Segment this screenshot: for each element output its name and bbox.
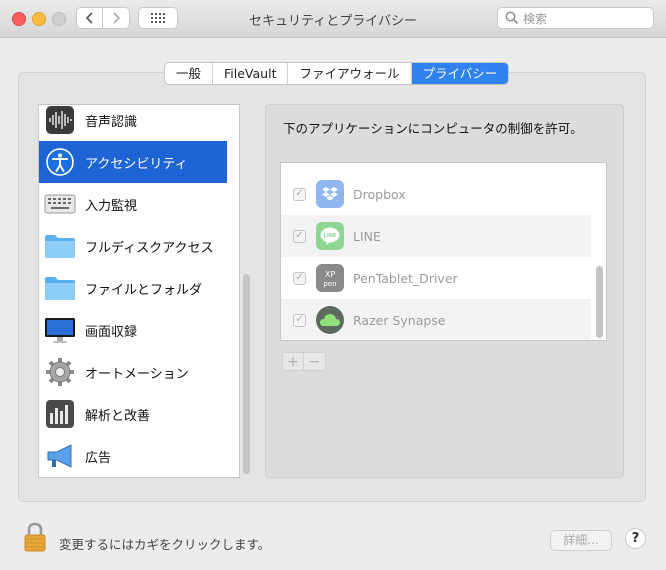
app-row-line[interactable]: ✓ LINE LINE [281, 215, 591, 257]
speech-recognition-icon [43, 105, 77, 137]
svg-text:XP: XP [325, 270, 335, 279]
app-checkbox[interactable]: ✓ [293, 313, 306, 327]
app-name: LINE [353, 228, 381, 244]
sidebar-item-analytics[interactable]: 解析と改善 [39, 393, 227, 435]
dropbox-icon [316, 180, 344, 208]
tab-firewall[interactable]: ファイアウォール [288, 63, 412, 84]
tab-filevault[interactable]: FileVault [213, 63, 289, 84]
sidebar-item-accessibility[interactable]: アクセシビリティ [39, 141, 227, 183]
search-placeholder: 検索 [523, 11, 548, 26]
sidebar-item-advertising[interactable]: 広告 [39, 435, 227, 477]
advanced-button[interactable]: 詳細... [550, 530, 612, 551]
folder-icon [43, 229, 77, 263]
keyboard-icon [43, 187, 77, 221]
line-app-icon: LINE [316, 222, 344, 250]
search-field[interactable]: 検索 [497, 7, 654, 29]
search-icon [505, 11, 519, 25]
sidebar-item-label: オートメーション [85, 366, 189, 382]
app-row-pentablet[interactable]: ✓ XP pen PenTablet_Driver [281, 257, 591, 299]
sidebar-item-label: 広告 [85, 450, 112, 466]
sidebar-item-label: 画面収録 [85, 324, 138, 340]
privacy-description: 下のアプリケーションにコンピュータの制御を許可。 [283, 121, 583, 136]
preferences-window: セキュリティとプライバシー 検索 一般 FileVault ファイアウォール プ… [0, 0, 666, 570]
svg-text:pen: pen [323, 280, 336, 288]
tab-bar: 一般 FileVault ファイアウォール プライバシー [164, 62, 510, 85]
xp-pen-icon: XP pen [316, 264, 344, 292]
lock-hint: 変更するにはカギをクリックします。 [59, 537, 271, 552]
app-row-dropbox[interactable]: ✓ Dropbox [281, 173, 591, 215]
gear-icon [43, 355, 77, 389]
apps-list-scrollbar[interactable] [596, 266, 603, 338]
sidebar-item-label: 入力監視 [85, 198, 138, 214]
sidebar-item-full-disk-access[interactable]: フルディスクアクセス [39, 225, 227, 267]
allowed-apps-list[interactable]: ✓ Dropbox ✓ LINE LINE ✓ XP pen PenTablet… [280, 162, 607, 341]
sidebar-item-label: ファイルとフォルダ [85, 282, 203, 298]
app-checkbox[interactable]: ✓ [293, 229, 306, 243]
app-checkbox[interactable]: ✓ [293, 271, 306, 285]
razer-cloud-icon [316, 306, 344, 334]
app-row-razer-synapse[interactable]: ✓ Razer Synapse [281, 299, 591, 340]
help-button[interactable]: ? [625, 528, 646, 549]
analytics-chart-icon [43, 397, 77, 431]
display-icon [43, 313, 77, 347]
padlock-icon [24, 522, 46, 552]
app-name: PenTablet_Driver [353, 270, 458, 286]
remove-app-button[interactable]: − [304, 352, 326, 371]
megaphone-icon [43, 439, 77, 473]
lock-button[interactable] [23, 522, 47, 552]
sidebar-item-label: 解析と改善 [85, 408, 151, 424]
tab-privacy[interactable]: プライバシー [411, 63, 509, 84]
svg-text:LINE: LINE [324, 233, 337, 239]
sidebar-item-label: アクセシビリティ [85, 156, 188, 172]
app-name: Dropbox [353, 186, 406, 202]
sidebar-item-label: 音声認識 [85, 114, 138, 130]
app-checkbox[interactable]: ✓ [293, 187, 306, 201]
sidebar-scrollbar[interactable] [243, 274, 250, 474]
sidebar-item-files-and-folders[interactable]: ファイルとフォルダ [39, 267, 227, 309]
sidebar-item-input-monitoring[interactable]: 入力監視 [39, 183, 227, 225]
folder-icon [43, 271, 77, 305]
sidebar-item-screen-recording[interactable]: 画面収録 [39, 309, 227, 351]
privacy-category-list[interactable]: 音声認識 アクセシビリティ 入力監視 フルディスクアクセス ファイルとフォルダ … [38, 104, 240, 478]
accessibility-icon [43, 145, 77, 179]
sidebar-item-automation[interactable]: オートメーション [39, 351, 227, 393]
add-remove-controls: + − [282, 352, 326, 371]
sidebar-item-label: フルディスクアクセス [85, 240, 214, 256]
tab-general[interactable]: 一般 [165, 63, 214, 84]
app-name: Razer Synapse [353, 312, 446, 328]
title-bar: セキュリティとプライバシー 検索 [0, 0, 666, 38]
sidebar-item-speech-recognition[interactable]: 音声認識 [39, 105, 227, 141]
add-app-button[interactable]: + [282, 352, 304, 371]
